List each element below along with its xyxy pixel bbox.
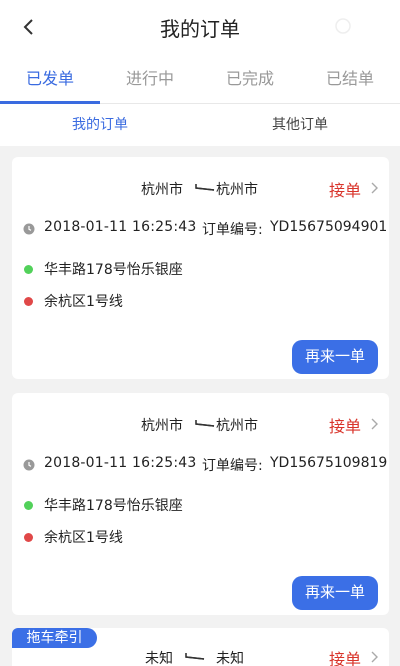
order-datetime: 2018-01-11 16:25:43 [44, 219, 197, 235]
faint-action-icon[interactable] [334, 17, 352, 35]
dropoff-address: 余杭区1号线 [44, 294, 123, 310]
order-card[interactable]: 拖车牵引 未知 未知 接单 [12, 628, 389, 666]
chevron-right-icon[interactable] [371, 418, 379, 430]
chevron-right-icon[interactable] [371, 182, 379, 194]
destination-city: 杭州市 [216, 418, 258, 434]
origin-city: 未知 [145, 651, 173, 666]
order-number-label: 订单编号: [202, 458, 263, 474]
tab-completed[interactable]: 已完成 [200, 54, 300, 104]
dropoff-address-row: 余杭区1号线 [12, 291, 389, 313]
dropoff-address: 余杭区1号线 [44, 530, 123, 546]
chevron-right-icon[interactable] [371, 651, 379, 663]
pickup-dot-icon [24, 501, 33, 510]
route-row: 杭州市 杭州市 接单 [12, 177, 389, 200]
origin-city: 杭州市 [141, 418, 183, 434]
order-status-tabs: 已发单 进行中 已完成 已结单 [0, 54, 400, 104]
dropoff-dot-icon [24, 297, 33, 306]
subtab-my-orders[interactable]: 我的订单 [0, 104, 200, 146]
tab-sent[interactable]: 已发单 [0, 54, 100, 104]
order-status: 接单 [328, 181, 361, 200]
destination-city: 杭州市 [216, 182, 258, 198]
reorder-button[interactable]: 再来一单 [292, 576, 378, 610]
pickup-dot-icon [24, 265, 33, 274]
order-number-label: 订单编号: [202, 222, 263, 238]
subtab-other-orders[interactable]: 其他订单 [200, 104, 400, 146]
pickup-address-row: 华丰路178号怡乐银座 [12, 259, 389, 281]
order-meta-row: 2018-01-11 16:25:43 订单编号: YD15675094901 [12, 219, 389, 241]
reorder-button[interactable]: 再来一单 [292, 340, 378, 374]
tab-in-progress[interactable]: 进行中 [100, 54, 200, 104]
clock-icon [23, 459, 35, 471]
clock-icon [23, 223, 35, 235]
order-status: 接单 [328, 417, 361, 436]
arrow-right-icon [185, 653, 205, 660]
route-row: 未知 未知 接单 [12, 646, 389, 666]
top-bar: 我的订单 [0, 0, 400, 54]
share-icon [335, 18, 351, 34]
order-meta-row: 2018-01-11 16:25:43 订单编号: YD15675109819 [12, 455, 389, 477]
order-number: YD15675109819 [270, 455, 388, 471]
order-status: 接单 [328, 650, 361, 666]
order-card[interactable]: 杭州市 杭州市 接单 2018-01-11 16:25:43 订单编号: YD1… [12, 157, 389, 379]
dropoff-address-row: 余杭区1号线 [12, 527, 389, 549]
tab-closed[interactable]: 已结单 [300, 54, 400, 104]
order-number: YD15675094901 [270, 219, 388, 235]
service-type-badge: 拖车牵引 [12, 628, 97, 648]
dropoff-dot-icon [24, 533, 33, 542]
order-datetime: 2018-01-11 16:25:43 [44, 455, 197, 471]
route-row: 杭州市 杭州市 接单 [12, 413, 389, 436]
order-owner-tabs: 我的订单 其他订单 [0, 104, 400, 146]
destination-city: 未知 [216, 651, 244, 666]
order-card[interactable]: 杭州市 杭州市 接单 2018-01-11 16:25:43 订单编号: YD1… [12, 393, 389, 615]
pickup-address-row: 华丰路178号怡乐银座 [12, 495, 389, 517]
origin-city: 杭州市 [141, 182, 183, 198]
pickup-address: 华丰路178号怡乐银座 [44, 498, 183, 514]
pickup-address: 华丰路178号怡乐银座 [44, 262, 183, 278]
